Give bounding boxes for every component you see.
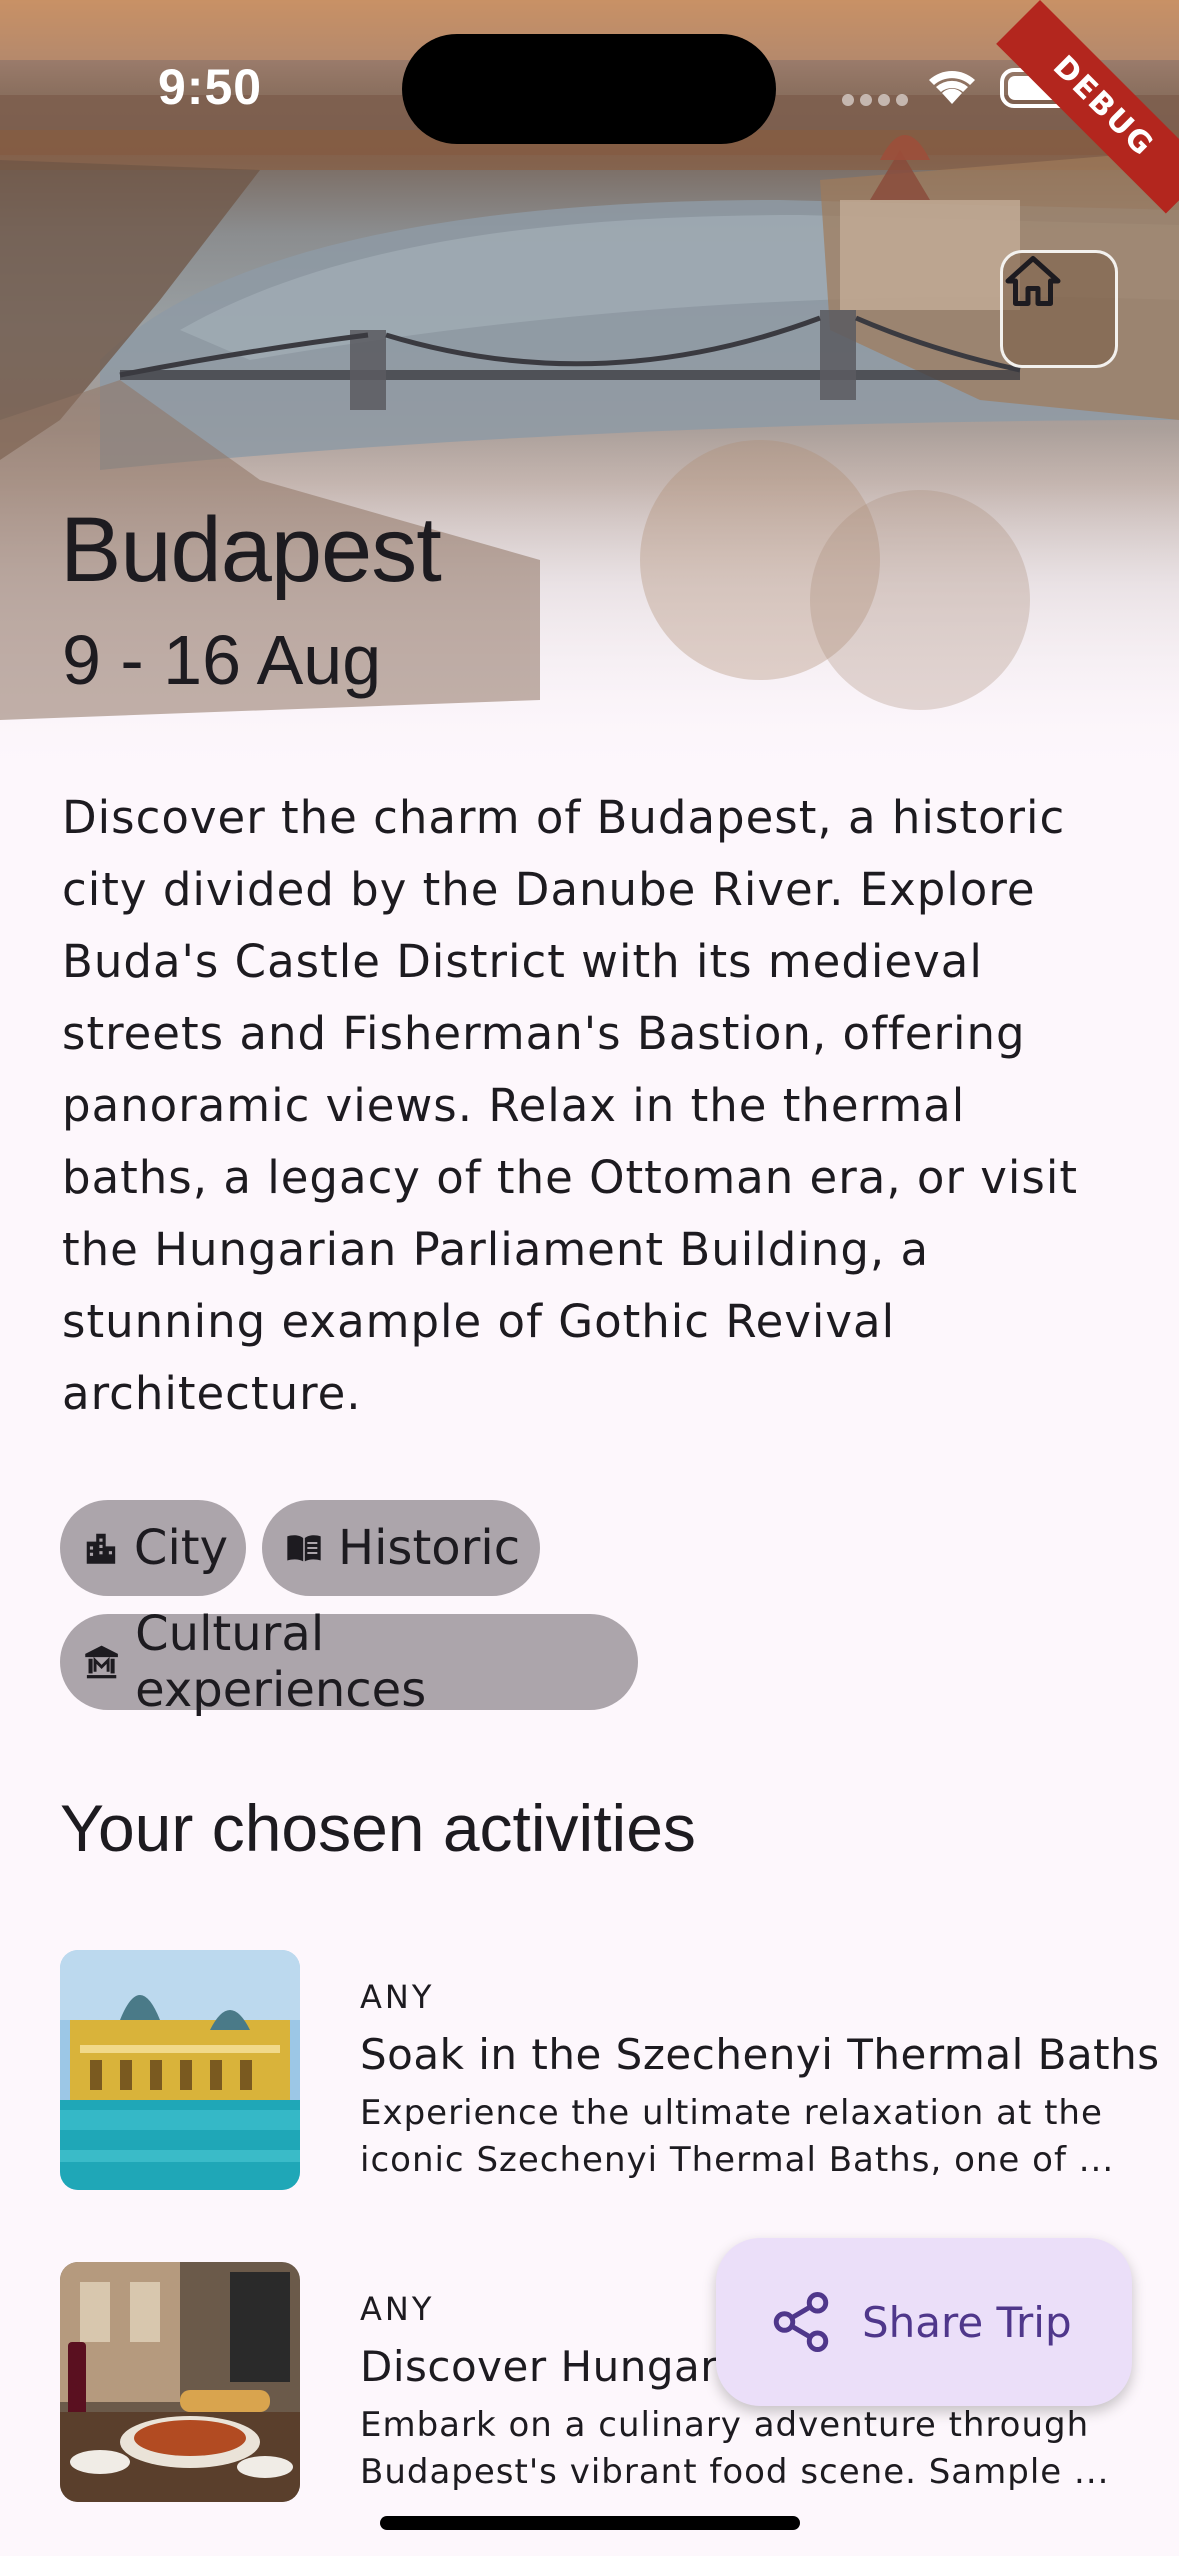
chip-cultural-experiences[interactable]: Cultural experiences	[60, 1606, 638, 1718]
chip-label: City	[133, 1520, 228, 1576]
museum-icon	[85, 1645, 118, 1679]
trip-description: Discover the charm of Budapest, a histor…	[62, 782, 1122, 1430]
share-trip-label: Share Trip	[862, 2297, 1072, 2347]
signal-dots-icon	[842, 94, 908, 106]
activity-description: Experience the ultimate relaxation at th…	[360, 2090, 1179, 2184]
home-button[interactable]	[1000, 250, 1118, 368]
description-line: city divided by the Danube River. Explor…	[62, 863, 1036, 916]
activity-thumbnail	[60, 1950, 300, 2190]
activity-kind: ANY	[360, 2290, 435, 2328]
book-icon	[287, 1535, 321, 1562]
share-trip-button[interactable]: Share Trip	[716, 2238, 1132, 2406]
home-icon	[1005, 256, 1061, 306]
activities-section-title: Your chosen activities	[60, 1791, 696, 1865]
activity-thumbnail	[60, 2262, 300, 2502]
description-line: baths, a legacy of the Ottoman era, or v…	[62, 1151, 1078, 1204]
description-line: the Hungarian Parliament Building, a	[62, 1223, 930, 1276]
description-line: panoramic views. Relax in the thermal	[62, 1079, 966, 1132]
trip-title: Budapest	[60, 499, 442, 601]
description-line: streets and Fisherman's Bastion, offerin…	[62, 1007, 1026, 1060]
wifi-icon	[929, 71, 975, 104]
activity-description-line: Embark on a culinary adventure through	[360, 2405, 1090, 2445]
activity-description-line: Experience the ultimate relaxation at th…	[360, 2093, 1103, 2133]
dynamic-island	[402, 34, 776, 144]
chip-label: Cultural experiences	[135, 1606, 427, 1718]
status-time: 9:50	[158, 59, 263, 115]
description-line: Discover the charm of Budapest, a histor…	[62, 791, 1066, 844]
city-icon	[86, 1533, 116, 1564]
home-indicator[interactable]	[380, 2516, 800, 2530]
description-line: Buda's Castle District with its medieval	[62, 935, 983, 988]
hero-image: 9:50 Budapest 9 - 16 Aug	[0, 0, 1179, 780]
activity-kind: ANY	[360, 1978, 435, 2016]
chip-historic[interactable]: Historic	[262, 1500, 540, 1596]
activity-card[interactable]: ANY Soak in the Szechenyi Thermal Baths …	[60, 1950, 1159, 2190]
activity-description-line: iconic Szechenyi Thermal Baths, one of .…	[360, 2140, 1115, 2180]
activity-name: Discover Hungaria	[360, 2342, 757, 2391]
description-line: architecture.	[62, 1367, 362, 1420]
trip-dates: 9 - 16 Aug	[62, 621, 382, 699]
chip-label: Historic	[338, 1520, 521, 1576]
share-icon	[773, 2292, 829, 2352]
chip-city[interactable]: City	[60, 1500, 246, 1596]
activity-name: Soak in the Szechenyi Thermal Baths	[360, 2030, 1160, 2079]
activity-description: Embark on a culinary adventure through B…	[360, 2402, 1179, 2496]
description-line: stunning example of Gothic Revival	[62, 1295, 896, 1348]
activity-description-line: Budapest's vibrant food scene. Sample ..…	[360, 2452, 1110, 2492]
